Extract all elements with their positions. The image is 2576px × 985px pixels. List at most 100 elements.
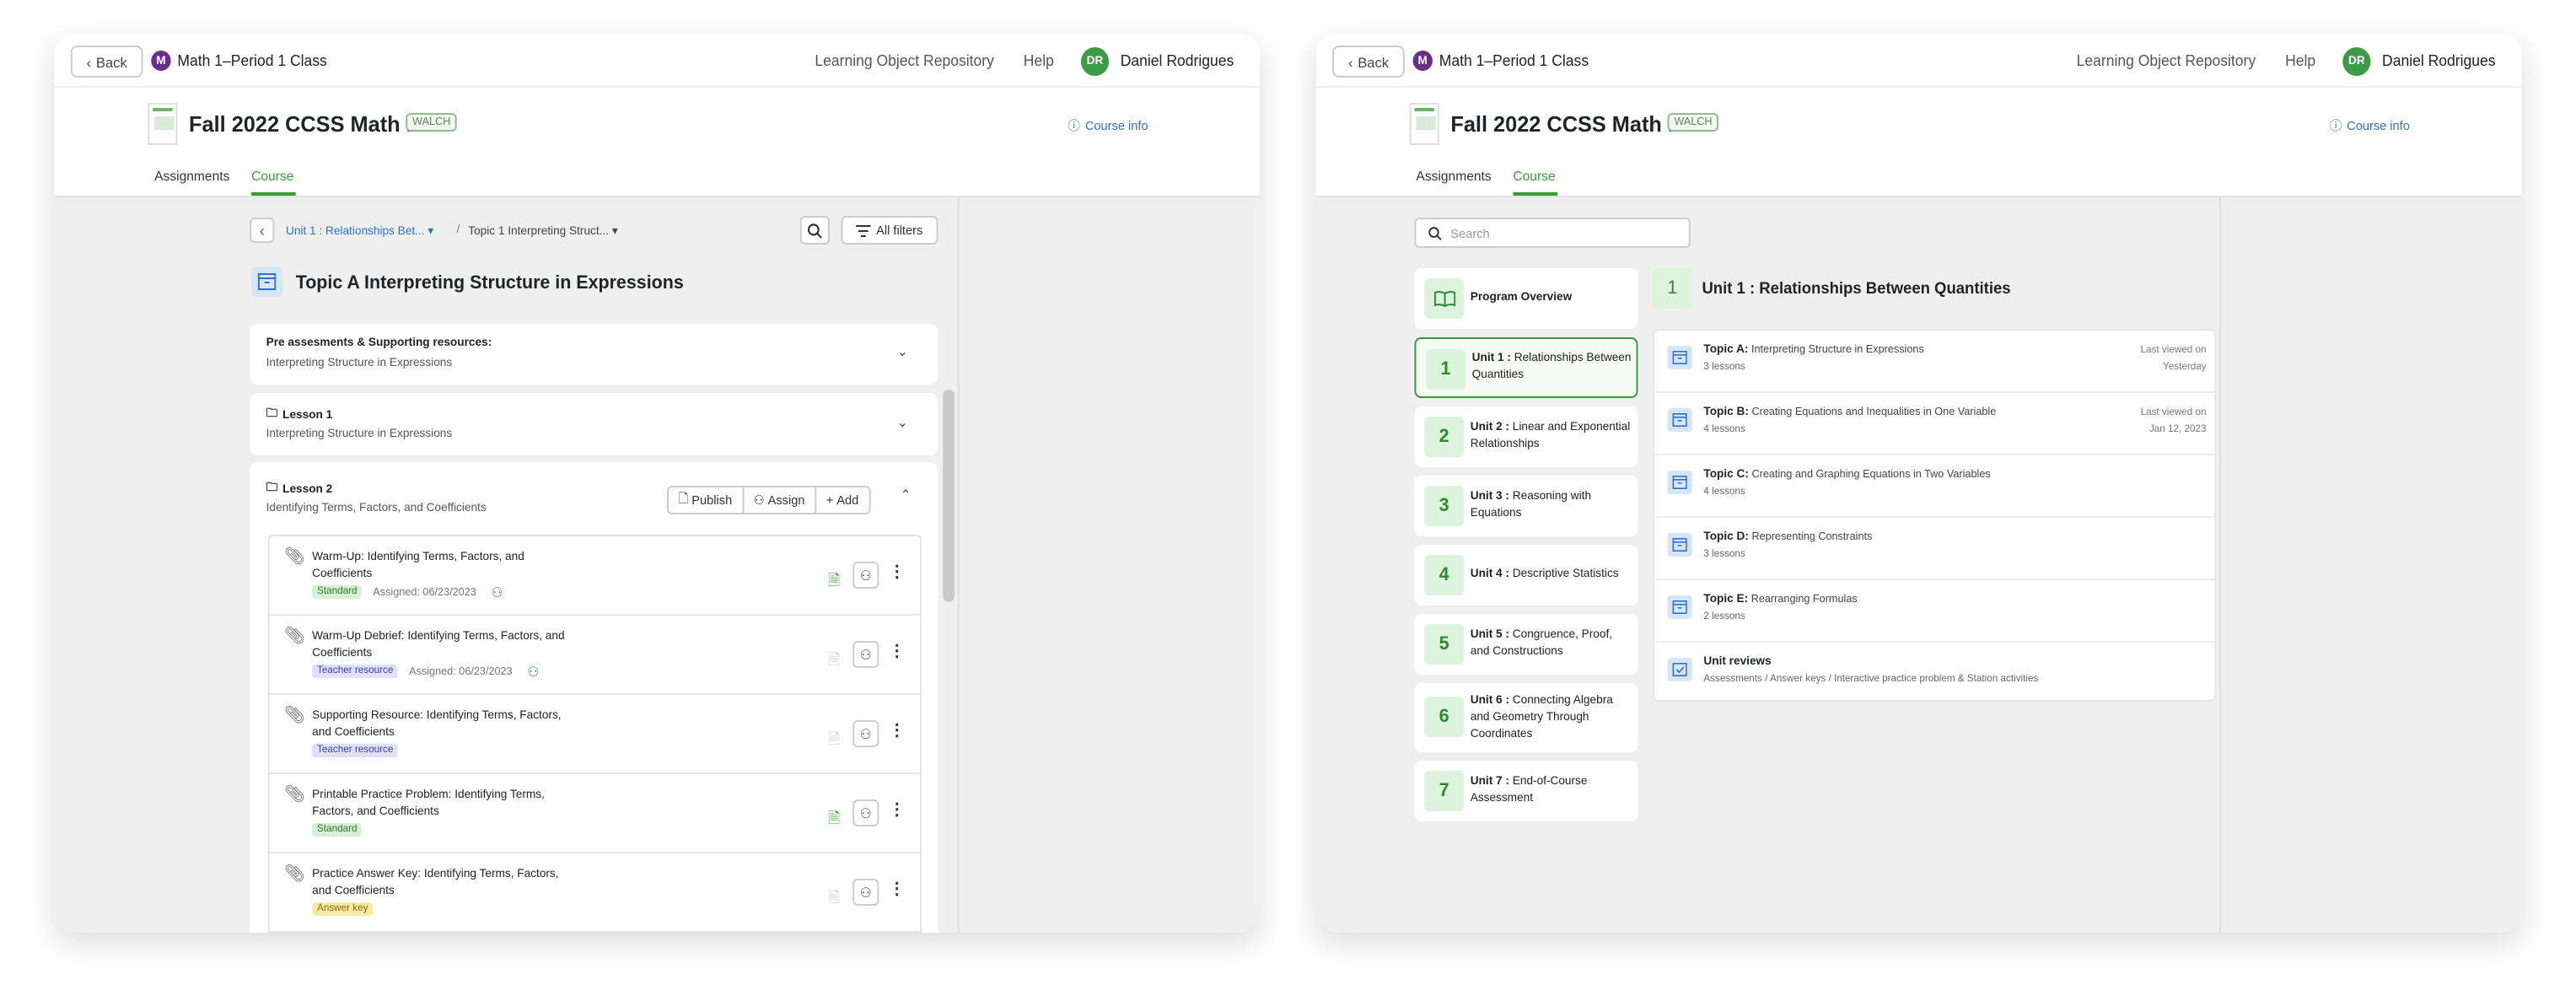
unit-card-5[interactable]: 5 Unit 5 : Congruence, Proof, and Constr… [1414,614,1638,675]
user-name[interactable]: Daniel Rodrigues [2382,52,2496,69]
user-plus-icon: ⚇ [859,805,872,821]
list-item[interactable]: 📎︎ Warm-Up Debrief: Identifying Terms, F… [269,616,921,695]
caret-down-icon: ▾ [428,226,434,238]
breadcrumb-topic[interactable]: Topic 1 Interpreting Struct... ▾ [468,224,617,238]
search-input[interactable]: Search [1414,218,1691,248]
more-options-icon[interactable]: ⋮ [889,643,905,661]
more-options-icon[interactable]: ⋮ [889,880,905,899]
topic-row[interactable]: Topic D: Representing Constraints 3 less… [1654,518,2215,580]
tab-course[interactable]: Course [251,169,293,184]
help-link[interactable]: Help [2285,52,2315,69]
unit-label: Unit 1 : [1471,353,1511,364]
chevron-down-icon[interactable]: ⌄ [897,344,908,359]
search-button[interactable] [799,216,830,245]
chevron-up-icon[interactable]: ⌃ [901,487,912,503]
topic-lesson-count: 2 lessons [1703,612,1745,622]
course-info-link[interactable]: ⓘ Course info [1068,116,1148,135]
item-title: Practice Answer Key: Identifying Terms, … [312,869,559,897]
list-item[interactable]: 📎︎ Warm-Up: Identifying Terms, Factors, … [269,536,921,616]
list-item[interactable]: 📎︎ Practice Answer Key: Identifying Term… [269,853,921,933]
assign-user-button[interactable]: ⚇ [852,720,879,747]
search-icon [807,223,822,238]
published-document-icon[interactable]: 🗎 [828,568,840,595]
item-title: Supporting Resource: Identifying Terms, … [312,710,562,739]
all-filters-button[interactable]: All filters [841,216,938,245]
last-viewed-label: Last viewed on [2140,408,2207,418]
class-name: Math 1–Period 1 Class [177,52,327,69]
topic-lesson-count: 3 lessons [1703,363,1745,373]
user-plus-icon: ⚇ [859,885,872,900]
topic-label: Topic A: [1703,344,1749,356]
tab-assignments[interactable]: Assignments [1416,169,1491,184]
lesson-1-section[interactable]: 🗀 Lesson 1 Interpreting Structure in Expr… [250,393,938,455]
topic-name: Creating and Graphing Equations in Two V… [1751,469,1991,481]
scrollbar[interactable] [943,390,955,602]
unit-card-3[interactable]: 3 Unit 3 : Reasoning with Equations [1414,476,1638,536]
class-logo: M [151,51,171,71]
more-options-icon[interactable]: ⋮ [889,801,905,820]
breadcrumb-back-button[interactable]: ‹ [250,218,275,243]
topic-lesson-count: 3 lessons [1703,550,1745,560]
unit-number: 1 [1426,349,1465,390]
list-item[interactable]: 📎︎ Supporting Resource: Identifying Term… [269,695,921,774]
chevron-down-icon[interactable]: ⌄ [897,415,908,430]
assign-user-button[interactable]: ⚇ [852,799,879,826]
user-name[interactable]: Daniel Rodrigues [1121,52,1234,69]
tab-course[interactable]: Course [1513,169,1555,184]
document-icon[interactable]: 🗎 [828,727,840,754]
topic-row[interactable]: Topic B: Creating Equations and Inequali… [1654,393,2215,455]
selected-unit-number: 1 [1652,268,1692,309]
unit-card-6[interactable]: 6 Unit 6 : Connecting Algebra and Geomet… [1414,683,1638,752]
assign-user-button[interactable]: ⚇ [852,641,879,668]
learning-object-repository-link[interactable]: Learning Object Repository [2077,52,2256,69]
publish-button[interactable]: 🗋 Publish [669,487,744,513]
unit-card-1[interactable]: 1 Unit 1 : Relationships Between Quantit… [1414,337,1638,398]
topic-row[interactable]: Topic C: Creating and Graphing Equations… [1654,455,2215,518]
section-subtitle: Interpreting Structure in Expressions [266,428,453,440]
user-plus-icon: ⚇ [859,647,872,662]
unit-number: 2 [1424,417,1464,457]
assign-user-button[interactable]: ⚇ [852,562,879,589]
more-options-icon[interactable]: ⋮ [889,563,905,582]
top-bar: ‹ Back M Math 1–Period 1 Class Learning O… [1315,34,2522,88]
course-window-lesson-view: ‹ Back M Math 1–Period 1 Class Learning O… [54,34,1261,933]
topic-row[interactable]: Topic E: Rearranging Formulas 2 lessons [1654,580,2215,643]
more-options-icon[interactable]: ⋮ [889,722,905,740]
item-tag: Answer key [312,902,374,916]
search-icon [1428,226,1442,240]
topic-row[interactable]: Topic A: Interpreting Structure in Expre… [1654,331,2215,393]
add-button[interactable]: + Add [816,487,869,513]
filter-icon [856,224,872,236]
back-button[interactable]: ‹ Back [1332,46,1405,78]
user-plus-icon: ⚇ [753,492,765,508]
help-link[interactable]: Help [1024,52,1054,69]
archive-icon [1667,533,1692,557]
breadcrumb-unit[interactable]: Unit 1 : Relationships Bet... ▾ [286,224,433,238]
document-icon[interactable]: 🗎 [828,648,840,675]
section-title: Pre assesments & Supporting resources: [266,337,492,349]
pre-assessments-section[interactable]: Pre assesments & Supporting resources: I… [250,324,938,385]
unit-number: 6 [1424,697,1464,737]
item-assigned-date: Assigned: 06/23/2023 [373,587,476,599]
unit-card-4[interactable]: 4 Unit 4 : Descriptive Statistics [1414,545,1638,606]
back-button[interactable]: ‹ Back [70,46,143,78]
unit-reviews-label: Unit reviews [1703,656,1772,668]
document-icon[interactable]: 🗎 [828,885,840,912]
learning-object-repository-link[interactable]: Learning Object Repository [815,52,993,69]
tab-assignments[interactable]: Assignments [154,169,229,184]
unit-card-2[interactable]: 2 Unit 2 : Linear and Exponential Relati… [1414,406,1638,467]
unit-card-7[interactable]: 7 Unit 7 : End-of-Course Assessment [1414,761,1638,821]
program-overview-card[interactable]: Program Overview [1414,268,1638,329]
published-document-icon[interactable]: 🗎 [828,806,840,833]
assign-user-button[interactable]: ⚇ [852,879,879,906]
unit-reviews-row[interactable]: Unit reviews Assessments / Answer keys /… [1654,643,2214,700]
course-info-link[interactable]: ⓘ Course info [2330,116,2410,135]
info-icon: ⓘ [1068,118,1081,133]
avatar[interactable]: DR [1080,47,1110,76]
assigned-user-icon: ⚇ [527,665,540,680]
list-item[interactable]: 📎︎ Printable Practice Problem: Identifyi… [269,774,921,853]
assign-button[interactable]: ⚇ Assign [744,487,817,513]
topic-label: Topic E: [1703,594,1749,606]
archive-icon [1667,408,1692,432]
avatar[interactable]: DR [2342,47,2371,76]
